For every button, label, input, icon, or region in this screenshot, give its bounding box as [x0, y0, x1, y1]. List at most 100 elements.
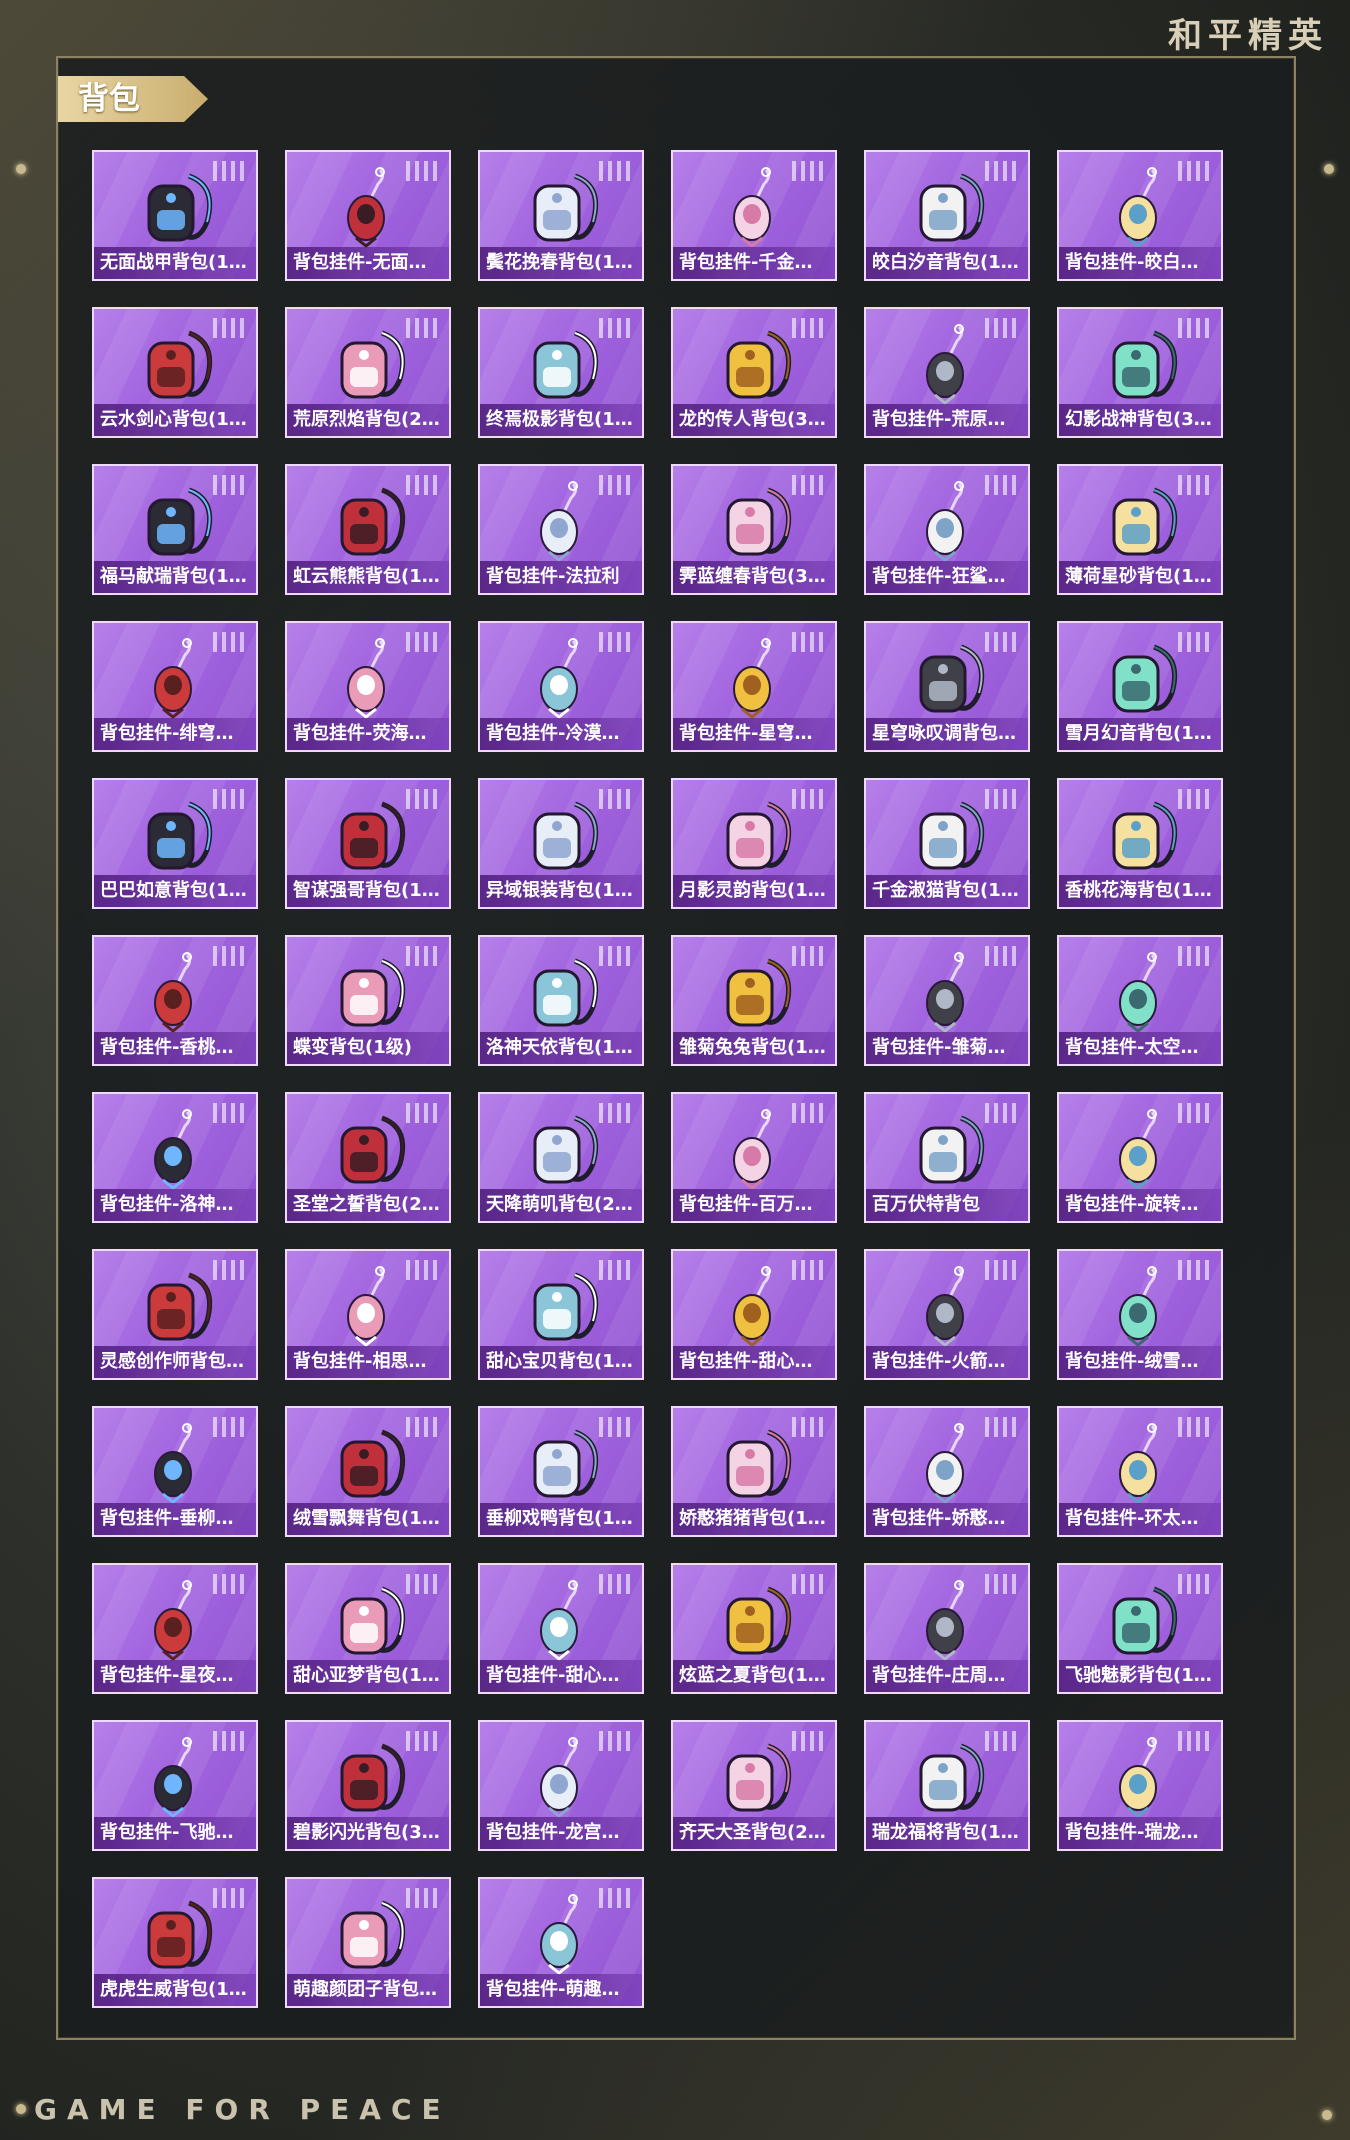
backpack-item-card[interactable]: 娇憨猪猪背包(1… — [671, 1406, 837, 1537]
backpack-item-card[interactable]: 背包挂件-法拉利 — [478, 464, 644, 595]
backpack-item-card[interactable]: 背包挂件-庄周… — [864, 1563, 1030, 1694]
backpack-item-card[interactable]: 背包挂件-火箭… — [864, 1249, 1030, 1380]
backpack-item-card[interactable]: 瑞龙福将背包(1… — [864, 1720, 1030, 1851]
backpack-item-card[interactable]: 背包挂件-狂鲨… — [864, 464, 1030, 595]
backpack-item-card[interactable]: 碧影闪光背包(3… — [285, 1720, 451, 1851]
backpack-item-card[interactable]: 背包挂件-星穹… — [671, 621, 837, 752]
butterfly-pendant-icon — [899, 1579, 995, 1661]
backpack-item-card[interactable]: 蝶变背包(1级) — [285, 935, 451, 1066]
flower-backpack-icon — [513, 166, 609, 248]
backpack-item-card[interactable]: 云水剑心背包(1… — [92, 307, 258, 438]
backpack-item-card[interactable]: 洛神天依背包(1… — [478, 935, 644, 1066]
backpack-panel: 背包 无面战甲背包(1… 背包挂件-无面… 鬓花挽春背包(1… 背包挂件-千金… 皎白汐… — [56, 56, 1296, 2040]
item-label: 萌趣颜团子背包… — [287, 1974, 449, 2006]
backpack-item-card[interactable]: 甜心宝贝背包(1… — [478, 1249, 644, 1380]
backpack-item-card[interactable]: 鬓花挽春背包(1… — [478, 150, 644, 281]
backpack-item-card[interactable]: 背包挂件-皎白… — [1057, 150, 1223, 281]
item-label: 背包挂件-冷漠… — [480, 718, 642, 750]
backpack-item-card[interactable]: 异域银装背包(1… — [478, 778, 644, 909]
item-label: 炫蓝之夏背包(1… — [673, 1660, 835, 1692]
mint-backpack-icon — [1092, 480, 1188, 562]
backpack-item-card[interactable]: 薄荷星砂背包(1… — [1057, 464, 1223, 595]
backpack-item-card[interactable]: 虹云熊熊背包(1… — [285, 464, 451, 595]
backpack-item-card[interactable]: 背包挂件-星夜… — [92, 1563, 258, 1694]
backpack-item-card[interactable]: 荒原烈焰背包(2… — [285, 307, 451, 438]
backpack-item-card[interactable]: 背包挂件-百万… — [671, 1092, 837, 1223]
backpack-item-card[interactable]: 背包挂件-荒原… — [864, 307, 1030, 438]
backpack-item-card[interactable]: 龙的传人背包(3… — [671, 307, 837, 438]
backpack-item-card[interactable]: 背包挂件-冷漠… — [478, 621, 644, 752]
backpack-item-card[interactable]: 背包挂件-甜心… — [478, 1563, 644, 1694]
backpack-item-card[interactable]: 背包挂件-香桃… — [92, 935, 258, 1066]
cat-pendant-icon — [706, 166, 802, 248]
cookie-backpack-icon — [320, 794, 416, 876]
wing-backpack-icon — [320, 1108, 416, 1190]
item-label: 绒雪飘舞背包(1… — [287, 1503, 449, 1535]
cat-backpack-icon — [899, 794, 995, 876]
backpack-item-card[interactable]: 垂柳戏鸭背包(1… — [478, 1406, 644, 1537]
backpack-item-card[interactable]: 终焉极影背包(1… — [478, 307, 644, 438]
backpack-item-card[interactable]: 齐天大圣背包(2… — [671, 1720, 837, 1851]
backpack-item-card[interactable]: 圣堂之誓背包(2… — [285, 1092, 451, 1223]
item-label: 甜心宝贝背包(1… — [480, 1346, 642, 1378]
item-label: 背包挂件-环太… — [1059, 1503, 1221, 1535]
backpack-item-card[interactable]: 巴巴如意背包(1… — [92, 778, 258, 909]
backpack-item-card[interactable]: 雏菊兔兔背包(1… — [671, 935, 837, 1066]
backpack-item-card[interactable]: 星穹咏叹调背包… — [864, 621, 1030, 752]
backpack-item-card[interactable]: 炫蓝之夏背包(1… — [671, 1563, 837, 1694]
backpack-item-card[interactable]: 萌趣颜团子背包… — [285, 1877, 451, 2008]
backpack-item-card[interactable]: 背包挂件-飞驰… — [92, 1720, 258, 1851]
backpack-item-card[interactable]: 背包挂件-雏菊… — [864, 935, 1030, 1066]
backpack-item-card[interactable]: 背包挂件-甜心… — [671, 1249, 837, 1380]
backpack-item-card[interactable]: 背包挂件-千金… — [671, 150, 837, 281]
backpack-item-card[interactable]: 背包挂件-洛神… — [92, 1092, 258, 1223]
backpack-item-card[interactable]: 飞驰魅影背包(1… — [1057, 1563, 1223, 1694]
backpack-item-card[interactable]: 皎白汐音背包(1… — [864, 150, 1030, 281]
piggy-pendant-icon — [899, 1422, 995, 1504]
backpack-item-card[interactable]: 背包挂件-环太… — [1057, 1406, 1223, 1537]
backpack-item-card[interactable]: 灵感创作师背包… — [92, 1249, 258, 1380]
backpack-item-card[interactable]: 雪月幻音背包(1… — [1057, 621, 1223, 752]
backpack-item-card[interactable]: 幻影战神背包(3… — [1057, 307, 1223, 438]
item-label: 千金淑猫背包(1… — [866, 875, 1028, 907]
item-label: 月影灵韵背包(1… — [673, 875, 835, 907]
backpack-item-card[interactable]: 背包挂件-相思… — [285, 1249, 451, 1380]
item-label: 背包挂件-荧海… — [287, 718, 449, 750]
item-label: 背包挂件-星夜… — [94, 1660, 256, 1692]
backpack-item-card[interactable]: 背包挂件-娇憨… — [864, 1406, 1030, 1537]
backpack-item-card[interactable]: 背包挂件-瑞龙… — [1057, 1720, 1223, 1851]
backpack-item-card[interactable]: 背包挂件-无面… — [285, 150, 451, 281]
backpack-item-card[interactable]: 智谋强哥背包(1… — [285, 778, 451, 909]
backpack-item-card[interactable]: 千金淑猫背包(1… — [864, 778, 1030, 909]
backpack-item-card[interactable]: 背包挂件-荧海… — [285, 621, 451, 752]
moon-face-backpack-icon — [706, 794, 802, 876]
paw-pendant-icon — [513, 1579, 609, 1661]
item-label: 背包挂件-皎白… — [1059, 247, 1221, 279]
backpack-item-card[interactable]: 绒雪飘舞背包(1… — [285, 1406, 451, 1537]
horse-backpack-icon — [127, 480, 223, 562]
item-label: 甜心亚梦背包(1… — [287, 1660, 449, 1692]
backpack-item-card[interactable]: 背包挂件-龙宫… — [478, 1720, 644, 1851]
backpack-item-card[interactable]: 福马献瑞背包(1… — [92, 464, 258, 595]
backpack-item-card[interactable]: 甜心亚梦背包(1… — [285, 1563, 451, 1694]
backpack-item-card[interactable]: 背包挂件-旋转… — [1057, 1092, 1223, 1223]
backpack-item-card[interactable]: 虎虎生威背包(1… — [92, 1877, 258, 2008]
backpack-item-card[interactable]: 百万伏特背包 — [864, 1092, 1030, 1223]
backpack-item-card[interactable]: 背包挂件-萌趣… — [478, 1877, 644, 2008]
item-label: 天降萌叽背包(2… — [480, 1189, 642, 1221]
backpack-item-card[interactable]: 天降萌叽背包(2… — [478, 1092, 644, 1223]
backpack-item-card[interactable]: 背包挂件-太空… — [1057, 935, 1223, 1066]
backpack-item-card[interactable]: 月影灵韵背包(1… — [671, 778, 837, 909]
backpack-item-card[interactable]: 香桃花海背包(1… — [1057, 778, 1223, 909]
section-title: 背包 — [58, 76, 208, 122]
backpack-item-card[interactable]: 背包挂件-绒雪… — [1057, 1249, 1223, 1380]
summer-backpack-icon — [706, 1579, 802, 1661]
brand-logo-text: 和平精英 — [1168, 16, 1328, 56]
backpack-item-card[interactable]: 无面战甲背包(1… — [92, 150, 258, 281]
backpack-item-card[interactable]: 背包挂件-垂柳… — [92, 1406, 258, 1537]
daisy-backpack-icon — [706, 951, 802, 1033]
duck-backpack-icon — [513, 1422, 609, 1504]
lantern-pendant-icon — [1092, 1736, 1188, 1818]
backpack-item-card[interactable]: 背包挂件-绯穹… — [92, 621, 258, 752]
backpack-item-card[interactable]: 霁蓝缠春背包(3… — [671, 464, 837, 595]
